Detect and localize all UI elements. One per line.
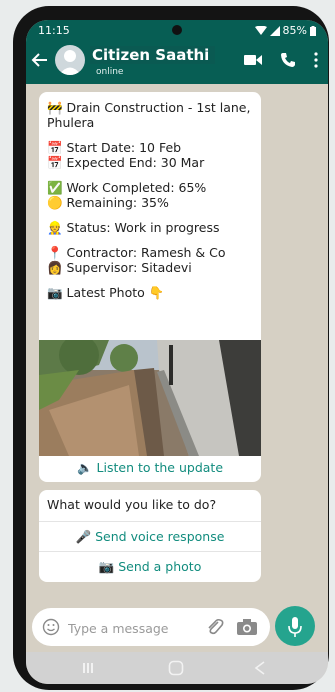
message-input[interactable] bbox=[66, 616, 200, 640]
chat-title[interactable]: Citizen Saathi bbox=[90, 46, 216, 64]
recent-apps-icon[interactable] bbox=[82, 662, 94, 674]
photo-image bbox=[39, 340, 261, 456]
avatar[interactable] bbox=[55, 45, 85, 75]
message-line: 🟡 Remaining: 35% bbox=[47, 195, 169, 210]
message-line: 📷 Latest Photo 👇 bbox=[47, 285, 165, 300]
action-question: What would you like to do? bbox=[47, 497, 217, 512]
mic-button[interactable] bbox=[275, 606, 315, 646]
message-line: 👷 Status: Work in progress bbox=[47, 220, 220, 235]
message-line: 🚧 Drain Construction - 1st lane, bbox=[47, 100, 251, 115]
emoji-icon[interactable] bbox=[42, 618, 60, 636]
chat-subtitle: online bbox=[96, 67, 124, 77]
back-nav-icon[interactable] bbox=[254, 661, 266, 675]
message-line: 📅 Expected End: 30 Mar bbox=[47, 155, 205, 170]
chat-area[interactable]: 🚧 Drain Construction - 1st lane, Phulera… bbox=[26, 84, 328, 616]
battery-percent: 85% bbox=[282, 24, 307, 37]
message-composer bbox=[32, 608, 270, 646]
message-line: 📅 Start Date: 10 Feb bbox=[47, 140, 182, 155]
status-time: 11:15 bbox=[38, 24, 70, 37]
attach-icon[interactable] bbox=[206, 617, 224, 637]
back-arrow-icon[interactable] bbox=[30, 50, 50, 70]
phone-call-icon[interactable] bbox=[280, 52, 296, 68]
message-line: ✅ Work Completed: 65% bbox=[47, 180, 207, 195]
wifi-icon bbox=[254, 25, 267, 35]
send-photo-button[interactable]: 📷 Send a photo bbox=[39, 551, 261, 582]
message-line: Phulera bbox=[47, 115, 95, 130]
message-text: 🚧 Drain Construction - 1st lane, Phulera… bbox=[47, 100, 257, 300]
message-line: 📍 Contractor: Ramesh & Co bbox=[47, 245, 226, 260]
system-nav-bar bbox=[26, 652, 328, 684]
battery-icon bbox=[310, 25, 316, 36]
front-camera bbox=[172, 25, 182, 35]
camera-icon[interactable] bbox=[236, 618, 258, 636]
chat-header: Citizen Saathi online bbox=[26, 40, 328, 84]
signal-icon bbox=[269, 25, 280, 36]
screen: 11:15 85% Citizen Saathi online 🚧 Drain … bbox=[26, 20, 328, 684]
mic-icon bbox=[288, 617, 302, 637]
more-options-icon[interactable] bbox=[314, 52, 318, 68]
construction-photo[interactable] bbox=[39, 340, 261, 456]
action-card: What would you like to do? 🎤 Send voice … bbox=[39, 490, 261, 582]
video-call-icon[interactable] bbox=[244, 52, 262, 68]
default-avatar-icon bbox=[59, 50, 81, 75]
send-voice-response-button[interactable]: 🎤 Send voice response bbox=[39, 521, 261, 552]
message-line: 👩 Supervisor: Sitadevi bbox=[47, 260, 192, 275]
listen-update-link[interactable]: 🔈 Listen to the update bbox=[39, 460, 261, 476]
home-icon[interactable] bbox=[168, 660, 184, 676]
message-bubble: 🚧 Drain Construction - 1st lane, Phulera… bbox=[39, 92, 261, 482]
